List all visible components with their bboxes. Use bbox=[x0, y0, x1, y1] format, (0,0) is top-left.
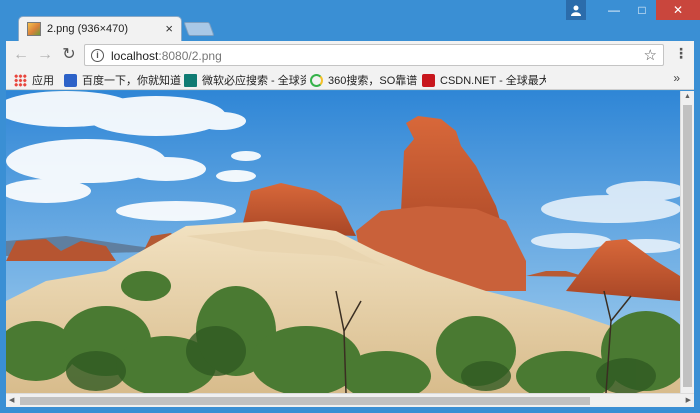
bookmark-csdn[interactable]: CSDN.NET - 全球最大 bbox=[422, 72, 546, 88]
profile-icon[interactable] bbox=[566, 0, 586, 20]
csdn-icon bbox=[422, 73, 435, 87]
landscape-image bbox=[6, 91, 680, 393]
bookmark-bing[interactable]: 微软必应搜索 - 全球资 bbox=[184, 72, 306, 88]
bookmark-baidu[interactable]: 百度一下，你就知道 bbox=[64, 72, 182, 88]
tab-title: 2.png (936×470) bbox=[47, 23, 129, 35]
new-tab-button[interactable] bbox=[183, 22, 215, 36]
window-controls: — □ ✕ bbox=[566, 0, 700, 20]
scroll-up-icon[interactable]: ▲ bbox=[684, 93, 691, 100]
info-icon[interactable]: i bbox=[91, 49, 104, 62]
reload-button[interactable]: ↻ bbox=[60, 46, 78, 64]
tab-active[interactable]: 2.png (936×470) × bbox=[18, 16, 182, 42]
vertical-scroll-thumb[interactable] bbox=[683, 105, 692, 387]
title-bar: 2.png (936×470) × — □ ✕ bbox=[0, 0, 700, 42]
horizontal-scroll-thumb[interactable] bbox=[20, 397, 590, 405]
bookmark-360[interactable]: 360搜索，SO靠谱 bbox=[310, 72, 418, 88]
bing-icon bbox=[184, 73, 197, 87]
vertical-scrollbar[interactable]: ▲ bbox=[680, 91, 694, 393]
baidu-paw-icon bbox=[64, 73, 77, 87]
360-search-icon bbox=[310, 73, 323, 87]
back-button[interactable]: ← bbox=[12, 46, 30, 64]
apps-grid-icon bbox=[14, 73, 27, 87]
menu-icon[interactable]: ⋮ bbox=[674, 45, 688, 62]
bookmarks-bar: 应用 百度一下，你就知道 微软必应搜索 - 全球资 360搜索，SO靠谱 CSD… bbox=[6, 69, 694, 90]
bookmark-star-icon[interactable]: ☆ bbox=[644, 46, 657, 64]
url-text[interactable]: localhost:8080/2.png bbox=[111, 49, 222, 63]
minimize-button[interactable]: — bbox=[600, 0, 628, 20]
image-favicon-icon bbox=[27, 22, 41, 36]
scroll-left-icon[interactable]: ◀ bbox=[9, 396, 14, 404]
toolbar: ← → ↻ i localhost:8080/2.png ☆ ⋮ bbox=[6, 41, 694, 69]
bookmark-apps[interactable]: 应用 bbox=[14, 72, 62, 88]
address-bar[interactable]: i localhost:8080/2.png ☆ bbox=[84, 44, 664, 66]
maximize-button[interactable]: □ bbox=[628, 0, 656, 20]
horizontal-scrollbar[interactable]: ◀ ▶ bbox=[6, 393, 694, 407]
close-window-button[interactable]: ✕ bbox=[656, 0, 700, 20]
image-viewport bbox=[6, 91, 680, 393]
scroll-right-icon[interactable]: ▶ bbox=[686, 396, 691, 404]
tab-close-icon[interactable]: × bbox=[165, 21, 173, 37]
forward-button[interactable]: → bbox=[36, 46, 54, 64]
bookmarks-overflow-button[interactable]: » bbox=[673, 71, 680, 85]
